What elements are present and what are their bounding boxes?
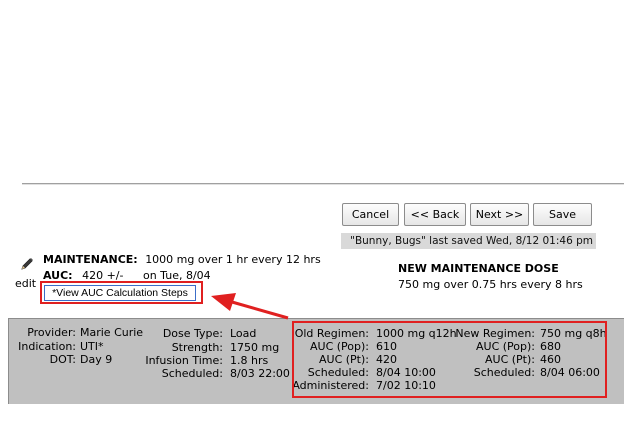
indication-value: UTI* bbox=[80, 340, 104, 353]
divider bbox=[22, 183, 624, 185]
new-maintenance-value: 750 mg over 0.75 hrs every 8 hrs bbox=[398, 278, 583, 291]
dose-type-label: Dose Type: bbox=[162, 327, 223, 340]
provider-label: Provider: bbox=[27, 326, 76, 339]
provider-value: Marie Curie bbox=[80, 326, 144, 339]
highlight-box-regimens bbox=[292, 321, 607, 398]
dose-type-value: Load bbox=[230, 327, 257, 340]
new-maintenance-title: NEW MAINTENANCE DOSE bbox=[398, 262, 559, 275]
pencil-icon[interactable] bbox=[19, 256, 35, 272]
edit-link[interactable]: edit bbox=[15, 277, 36, 290]
infusion-time-value: 1.8 hrs bbox=[230, 354, 269, 367]
strength-value: 1750 mg bbox=[230, 341, 280, 354]
back-button[interactable]: << Back bbox=[404, 203, 466, 226]
dot-label: DOT: bbox=[49, 353, 76, 366]
maintenance-value: 1000 mg over 1 hr every 12 hrs bbox=[145, 253, 321, 266]
indication-label: Indication: bbox=[18, 340, 76, 353]
save-button[interactable]: Save bbox=[533, 203, 592, 226]
next-button[interactable]: Next >> bbox=[470, 203, 529, 226]
cancel-button[interactable]: Cancel bbox=[342, 203, 399, 226]
dot-value: Day 9 bbox=[80, 353, 113, 366]
strength-label: Strength: bbox=[171, 341, 223, 354]
scheduled-value: 8/03 22:00 bbox=[230, 367, 290, 380]
highlight-box-auc-steps bbox=[40, 281, 203, 304]
saved-status: "Bunny, Bugs" last saved Wed, 8/12 01:46… bbox=[341, 233, 596, 249]
maintenance-label: MAINTENANCE: bbox=[43, 253, 138, 266]
maintenance-line: MAINTENANCE: 1000 mg over 1 hr every 12 … bbox=[43, 253, 321, 266]
infusion-time-label: Infusion Time: bbox=[145, 354, 223, 367]
scheduled-label: Scheduled: bbox=[161, 367, 223, 380]
content-area bbox=[0, 0, 624, 185]
